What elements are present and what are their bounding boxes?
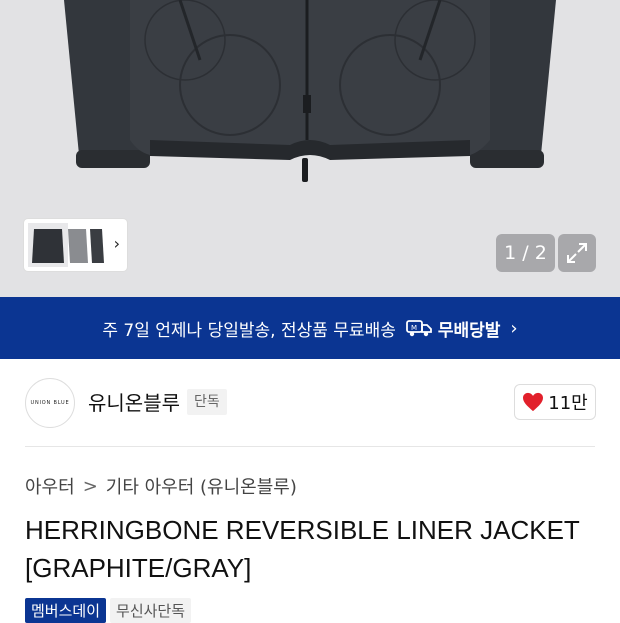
image-counter: 1 / 2 <box>496 234 555 272</box>
musinsa-exclusive-tag: 무신사단독 <box>110 598 192 623</box>
brand-logo[interactable]: UNION BLUE <box>25 378 75 428</box>
expand-button[interactable] <box>558 234 596 272</box>
product-title: HERRINGBONE REVERSIBLE LINER JACKET [GRA… <box>25 515 580 583</box>
svg-text:M: M <box>411 324 417 332</box>
exclusive-tag: 단독 <box>187 389 227 415</box>
product-image-gallery[interactable]: › 1 / 2 <box>0 0 620 297</box>
free-delivery-badge: 무배당발 <box>437 320 501 341</box>
chevron-right-icon: › <box>510 317 518 339</box>
like-count: 11만 <box>548 393 588 414</box>
like-button[interactable]: 11만 <box>514 384 596 420</box>
delivery-banner[interactable]: 주 7일 언제나 당일발송, 전상품 무료배송 M 무배당발 › <box>0 297 620 359</box>
delivery-banner-text: 주 7일 언제나 당일발송, 전상품 무료배송 <box>102 320 396 341</box>
brand-row: UNION BLUE 유니온블루 단독 11만 <box>0 359 620 447</box>
thumbnail-strip[interactable]: › <box>24 219 127 271</box>
chevron-right-icon[interactable]: › <box>114 236 120 252</box>
brand-logo-text: UNION BLUE <box>30 400 70 406</box>
divider <box>25 446 595 447</box>
breadcrumb-item-outer[interactable]: 아우터 <box>25 473 75 499</box>
heart-icon <box>523 392 544 412</box>
product-tags: 멤버스데이 무신사단독 <box>25 598 192 623</box>
breadcrumb-item-other-outer[interactable]: 기타 아우터 (유니온블루) <box>106 473 297 499</box>
breadcrumb: 아우터 > 기타 아우터 (유니온블루) <box>25 473 297 499</box>
breadcrumb-separator: > <box>82 475 98 497</box>
membership-tag: 멤버스데이 <box>25 598 107 623</box>
brand-name[interactable]: 유니온블루 <box>88 387 180 416</box>
expand-icon <box>567 243 587 263</box>
truck-icon: M <box>405 319 432 337</box>
thumbnail-images <box>28 223 104 267</box>
